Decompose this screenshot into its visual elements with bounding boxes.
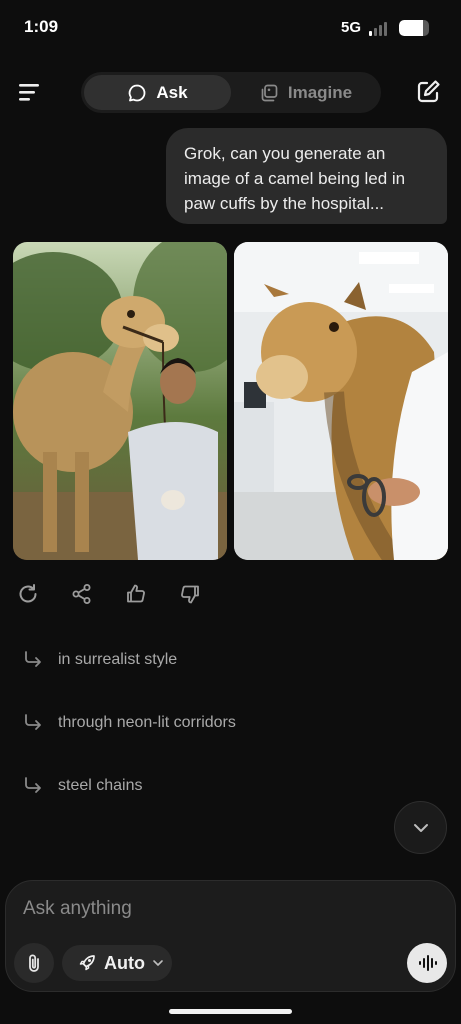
camel-outdoor-image (13, 242, 227, 560)
composer: Auto (5, 880, 456, 992)
regenerate-icon[interactable] (14, 580, 42, 608)
network-type: 5G (341, 19, 362, 36)
rocket-icon (79, 955, 95, 971)
thumbs-down-icon[interactable] (176, 580, 204, 608)
user-message-bubble: Grok, can you generate an image of a cam… (166, 128, 447, 224)
voice-button[interactable] (407, 943, 447, 983)
message-input[interactable] (23, 895, 403, 923)
suggestion-item[interactable]: in surrealist style (22, 642, 177, 678)
reply-arrow-icon (25, 651, 41, 667)
generated-image-1[interactable] (13, 242, 227, 560)
share-icon[interactable] (68, 580, 96, 608)
status-time: 1:09 (24, 17, 59, 36)
paperclip-icon (29, 954, 39, 972)
tab-imagine-label: Imagine (287, 82, 353, 102)
thumbs-up-icon[interactable] (122, 580, 150, 608)
reply-arrow-icon (25, 777, 41, 793)
chevron-down-icon (153, 960, 163, 966)
home-indicator[interactable] (169, 1009, 292, 1014)
status-bar: 1:09 5G (0, 0, 461, 56)
scroll-down-button[interactable] (394, 801, 447, 854)
voice-waveform-icon (419, 955, 437, 971)
suggestion-item[interactable]: through neon-lit corridors (22, 705, 236, 741)
tab-imagine[interactable]: Imagine (233, 75, 378, 110)
reply-arrow-icon (25, 714, 41, 730)
suggestion-label: through neon-lit corridors (58, 714, 236, 731)
images-icon (261, 84, 278, 101)
chevron-down-icon (413, 823, 428, 832)
camel-hospital-image (234, 242, 448, 560)
signal-icon (369, 22, 387, 36)
suggestion-label: in surrealist style (58, 651, 178, 668)
new-chat-icon[interactable] (414, 78, 444, 106)
attach-button[interactable] (14, 943, 54, 983)
model-selector[interactable]: Auto (62, 945, 172, 981)
response-actions (14, 580, 230, 608)
battery-icon (399, 20, 429, 36)
tab-ask-label: Ask (156, 82, 188, 102)
tab-ask[interactable]: Ask (84, 75, 231, 110)
mode-switch: Ask Imagine (81, 72, 381, 113)
suggestion-item[interactable]: steel chains (22, 768, 143, 804)
generated-image-2[interactable] (234, 242, 448, 560)
chat-bubble-icon (129, 84, 146, 101)
menu-icon[interactable] (16, 78, 46, 106)
model-label: Auto (104, 952, 145, 973)
top-bar: Ask Imagine (0, 70, 461, 114)
suggestion-label: steel chains (58, 777, 143, 794)
